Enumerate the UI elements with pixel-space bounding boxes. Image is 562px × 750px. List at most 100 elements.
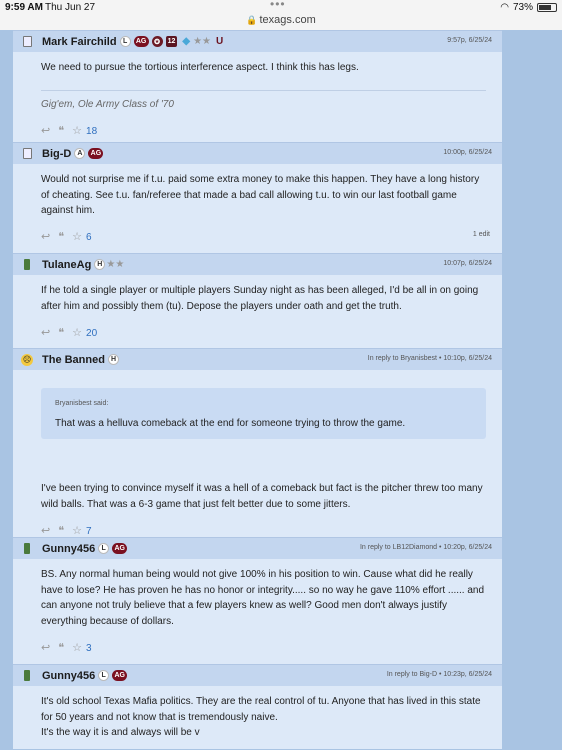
- post-actions: ↩ ❝ ☆ 18: [13, 120, 502, 140]
- badge-life-member: L: [98, 543, 110, 554]
- post-type-icon: [20, 542, 34, 556]
- wifi-icon: ◠: [500, 2, 509, 13]
- signature-divider: [41, 89, 486, 91]
- post-text: I've been trying to convince myself it w…: [41, 483, 483, 510]
- star-icon[interactable]: ☆ 20: [72, 326, 97, 339]
- post: Big-D A AG 10:00p, 6/25/24 Would not sur…: [13, 142, 502, 253]
- post-body: Bryanisbest said: That was a helluva com…: [13, 370, 502, 512]
- username[interactable]: Mark Fairchild: [42, 36, 117, 48]
- star-rating-icon: ★★: [193, 36, 212, 47]
- thread-feed: Mark Fairchild L AG ✪ 12 ◆ ★★ U 9:57p, 6…: [13, 30, 502, 749]
- star-count: 6: [86, 232, 92, 243]
- post-header: ☹ The Banned H In reply to Bryanisbest •…: [13, 348, 502, 370]
- post: Gunny456 L AG In reply to Big-D • 10:23p…: [13, 664, 502, 749]
- star-icon[interactable]: ☆ 18: [72, 124, 97, 137]
- reply-icon[interactable]: ↩: [41, 641, 50, 654]
- reply-icon[interactable]: ↩: [41, 326, 50, 339]
- quote-icon[interactable]: ❝: [58, 524, 64, 537]
- reply-icon[interactable]: ↩: [41, 124, 50, 137]
- post-header: Mark Fairchild L AG ✪ 12 ◆ ★★ U 9:57p, 6…: [13, 30, 502, 52]
- reply-icon[interactable]: ↩: [41, 230, 50, 243]
- post-actions: ↩ ❝ ☆ 3: [13, 637, 502, 657]
- post: TulaneAg H ★★ 10:07p, 6/25/24 If he told…: [13, 253, 502, 348]
- quote-block: Bryanisbest said: That was a helluva com…: [41, 388, 486, 439]
- clock: 9:59 AM: [5, 2, 43, 13]
- star-icon[interactable]: ☆ 7: [72, 524, 91, 537]
- date: Thu Jun 27: [45, 2, 96, 13]
- post-reply-meta[interactable]: In reply to LB12Diamond • 10:20p, 6/25/2…: [360, 544, 492, 551]
- status-icons: ◠ 73%: [500, 2, 557, 13]
- post-body: If he told a single player or multiple p…: [13, 275, 502, 314]
- badge-a: A: [74, 148, 86, 159]
- quote-icon[interactable]: ❝: [58, 641, 64, 654]
- post-timestamp: 9:57p, 6/25/24: [447, 37, 492, 44]
- post-body: BS. Any normal human being would not giv…: [13, 559, 502, 629]
- star-icon[interactable]: ☆ 3: [72, 641, 91, 654]
- post-body: We need to pursue the tortious interfere…: [13, 52, 502, 112]
- star-count: 20: [86, 327, 98, 339]
- username[interactable]: Gunny456: [42, 670, 95, 682]
- badge-h: H: [107, 354, 120, 365]
- address-bar[interactable]: 🔒 texags.com: [0, 14, 562, 26]
- diamond-icon: ◆: [182, 36, 191, 47]
- badge-number-icon: 12: [165, 36, 178, 47]
- quote-icon[interactable]: ❝: [58, 230, 64, 243]
- quote-icon[interactable]: ❝: [58, 326, 64, 339]
- post-body: Would not surprise me if t.u. paid some …: [13, 164, 502, 219]
- post-text-line: It's the way it is and always will be v: [41, 727, 200, 738]
- frown-face-icon: ☹: [21, 353, 33, 366]
- star-count: 7: [86, 525, 92, 537]
- post-header: Gunny456 L AG In reply to Big-D • 10:23p…: [13, 664, 502, 686]
- post: Mark Fairchild L AG ✪ 12 ◆ ★★ U 9:57p, 6…: [13, 30, 502, 142]
- badge-ag: AG: [133, 36, 149, 47]
- badge-ag: AG: [88, 148, 104, 159]
- post-actions: ↩ ❝ ☆ 6 1 edit: [13, 227, 502, 247]
- post-reply-meta[interactable]: In reply to Bryanisbest • 10:10p, 6/25/2…: [368, 355, 492, 362]
- star-count: 3: [86, 642, 92, 654]
- post-header: TulaneAg H ★★ 10:07p, 6/25/24: [13, 253, 502, 275]
- quote-author[interactable]: Bryanisbest said:: [55, 396, 472, 412]
- username[interactable]: TulaneAg: [42, 259, 91, 271]
- badge-life-member: L: [98, 670, 110, 681]
- post-header: Big-D A AG 10:00p, 6/25/24: [13, 142, 502, 164]
- mobile-icon: [24, 259, 30, 270]
- quote-text: That was a helluva comeback at the end f…: [55, 417, 406, 429]
- post: ☹ The Banned H In reply to Bryanisbest •…: [13, 348, 502, 537]
- post-header: Gunny456 L AG In reply to LB12Diamond • …: [13, 537, 502, 559]
- mobile-icon: [24, 543, 30, 554]
- post-text: If he told a single player or multiple p…: [41, 285, 479, 312]
- username[interactable]: Gunny456: [42, 543, 95, 555]
- seal-icon: ✪: [151, 36, 163, 47]
- reply-icon[interactable]: ↩: [41, 524, 50, 537]
- battery-icon: [537, 3, 557, 12]
- url-text: texags.com: [259, 14, 316, 26]
- post-type-icon: ☹: [20, 353, 34, 367]
- battery-fill: [539, 5, 551, 10]
- star-count: 18: [86, 125, 98, 137]
- post-reply-meta[interactable]: In reply to Big-D • 10:23p, 6/25/24: [387, 671, 492, 678]
- post-type-icon: [20, 147, 34, 161]
- lock-icon: 🔒: [246, 15, 258, 25]
- mobile-icon: [24, 670, 30, 681]
- badge-h: H: [94, 259, 106, 270]
- tab-menu-dots[interactable]: •••: [270, 0, 286, 11]
- battery-percent: 73%: [512, 2, 533, 13]
- post-timestamp: 10:00p, 6/25/24: [443, 149, 492, 156]
- post-body: It's old school Texas Mafia politics. Th…: [13, 686, 502, 741]
- badge-ag: AG: [112, 543, 128, 554]
- username[interactable]: The Banned: [42, 354, 105, 366]
- post: Gunny456 L AG In reply to LB12Diamond • …: [13, 537, 502, 664]
- post-text: BS. Any normal human being would not giv…: [41, 569, 485, 627]
- quote-icon[interactable]: ❝: [58, 124, 64, 137]
- post-text-line: It's old school Texas Mafia politics. Th…: [41, 696, 481, 723]
- edit-count[interactable]: 1 edit: [473, 231, 490, 238]
- username[interactable]: Big-D: [42, 148, 71, 160]
- u-logo-icon: U: [216, 36, 224, 47]
- star-icon[interactable]: ☆ 6: [72, 230, 91, 243]
- post-timestamp: 10:07p, 6/25/24: [443, 260, 492, 267]
- post-type-icon: [20, 35, 34, 49]
- star-rating-icon: ★★: [106, 259, 125, 270]
- status-bar: 9:59 AM Thu Jun 27 ••• 🔒 texags.com ◠ 73%: [0, 0, 562, 30]
- post-type-icon: [20, 669, 34, 683]
- document-icon: [22, 36, 32, 47]
